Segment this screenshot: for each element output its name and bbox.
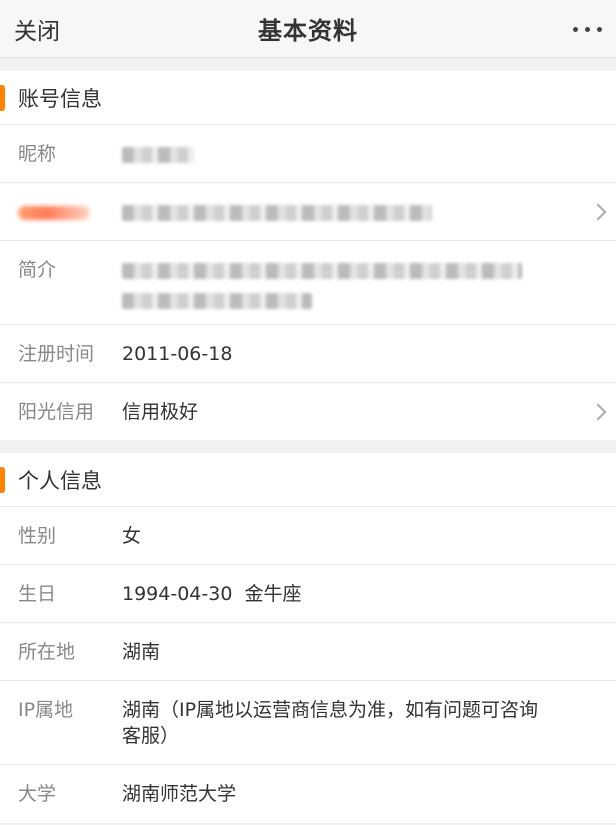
birthday-row: 生日 1994-04-30 金牛座	[0, 565, 616, 623]
intro-row: 简介	[0, 241, 616, 325]
register-time-label: 注册时间	[18, 343, 95, 365]
profile-page: 关闭 基本资料 账号信息 昵称 简介 注册时间 2011-06-18 阳光信用 …	[0, 0, 616, 825]
personal-info-section: 个人信息 性别 女 生日 1994-04-30 金牛座 所在地 湖南 IP属地 …	[0, 453, 616, 823]
redacted-intro-line1	[122, 262, 522, 279]
close-button[interactable]: 关闭	[14, 0, 60, 58]
redacted-row[interactable]	[0, 183, 616, 241]
nickname-label: 昵称	[18, 143, 57, 165]
sunshine-credit-label: 阳光信用	[18, 401, 95, 423]
section-title: 账号信息	[18, 86, 102, 111]
sunshine-credit-row[interactable]: 阳光信用 信用极好	[0, 383, 616, 440]
section-header: 账号信息	[0, 71, 616, 125]
birthday-label: 生日	[18, 583, 57, 605]
location-value: 湖南	[122, 641, 161, 663]
register-time-row: 注册时间 2011-06-18	[0, 325, 616, 383]
register-time-value: 2011-06-18	[122, 343, 233, 365]
section-accent-bar	[0, 467, 5, 493]
redacted-text	[122, 204, 432, 221]
page-title: 基本资料	[258, 17, 358, 45]
university-row: 大学 湖南师范大学	[0, 765, 616, 823]
redacted-nickname	[122, 146, 194, 163]
section-accent-bar	[0, 85, 5, 111]
section-gap	[0, 58, 616, 71]
sunshine-credit-value: 信用极好	[122, 401, 199, 423]
dot	[585, 26, 590, 32]
section-header: 个人信息	[0, 453, 616, 507]
intro-value	[122, 257, 616, 309]
location-row: 所在地 湖南	[0, 623, 616, 681]
dot	[573, 26, 578, 32]
redacted-label-blur	[18, 205, 90, 220]
nickname-value	[122, 141, 616, 167]
redacted-intro-line2	[122, 292, 312, 309]
gender-value: 女	[122, 525, 142, 547]
nickname-row: 昵称	[0, 125, 616, 183]
navbar: 关闭 基本资料	[0, 0, 616, 58]
dot	[597, 26, 602, 32]
location-label: 所在地	[18, 641, 76, 663]
more-dots-icon[interactable]	[573, 0, 602, 58]
redacted-label	[0, 199, 122, 225]
ip-location-label: IP属地	[18, 699, 74, 721]
birthday-value: 1994-04-30 金牛座	[122, 583, 302, 605]
account-info-section: 账号信息 昵称 简介 注册时间 2011-06-18 阳光信用 信用极好	[0, 71, 616, 440]
university-value: 湖南师范大学	[122, 783, 237, 805]
section-gap	[0, 440, 616, 453]
gender-label: 性别	[18, 525, 57, 547]
gender-row: 性别 女	[0, 507, 616, 565]
intro-label: 简介	[18, 259, 57, 281]
section-title: 个人信息	[18, 468, 102, 493]
ip-location-value: 湖南（IP属地以运营商信息为准，如有问题可咨询客服）	[122, 699, 539, 747]
redacted-value	[122, 199, 616, 225]
ip-location-row: IP属地 湖南（IP属地以运营商信息为准，如有问题可咨询客服）	[0, 681, 616, 765]
university-label: 大学	[18, 783, 57, 805]
